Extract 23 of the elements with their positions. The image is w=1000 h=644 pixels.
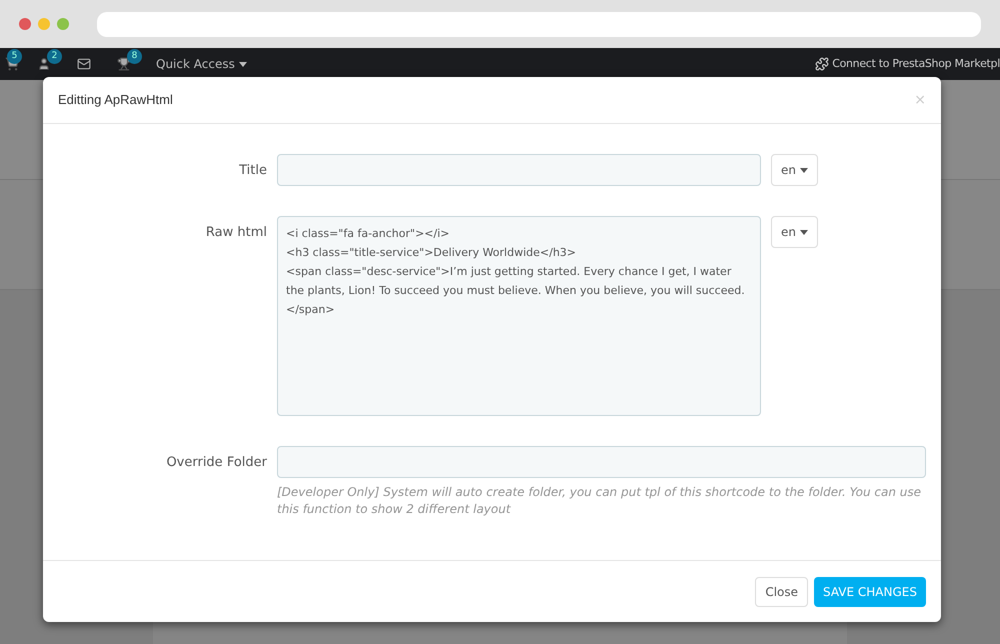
text-field[interactable] [277,154,761,186]
quick-access-menu[interactable]: Quick Access [156,55,247,73]
mail-icon[interactable] [77,57,91,71]
field-label: Title [238,162,268,180]
field-label: Raw html [204,224,268,242]
raw-html-field[interactable]: <i class="fa fa-anchor"></i> <h3 class="title-service">Delivery Worldwide</h3> <span class="desc-service">I’m just getting started. Every chance I get, I water the plants, Lion! To succeed you must believe. When you believe, you will succeed. </span> [277,216,761,416]
count-badge: 8 [127,49,142,64]
user-icon[interactable] [37,57,51,71]
close-button[interactable]: Close [755,576,808,606]
caret-icon [238,62,247,66]
field-label: Override Folder [165,454,268,472]
count-badge: 2 [47,49,62,64]
caret-icon [800,230,808,234]
language-dropdown[interactable]: en [771,154,818,186]
text-field[interactable] [277,446,926,478]
caret-icon [800,168,808,172]
help-text: [Developer Only] System will auto create folder, you can put tpl of this shortcode to the folder. You can use this function to show 2 different layout [277,484,922,518]
puzzle-icon [815,57,830,71]
modal-title: Editting ApRawHtml [58,91,173,110]
trophy-icon[interactable] [117,57,131,71]
connect-link[interactable]: Connect to PrestaShop Marketpl [832,56,1000,72]
language-dropdown[interactable]: en [771,216,818,248]
count-badge: 5 [7,49,22,64]
